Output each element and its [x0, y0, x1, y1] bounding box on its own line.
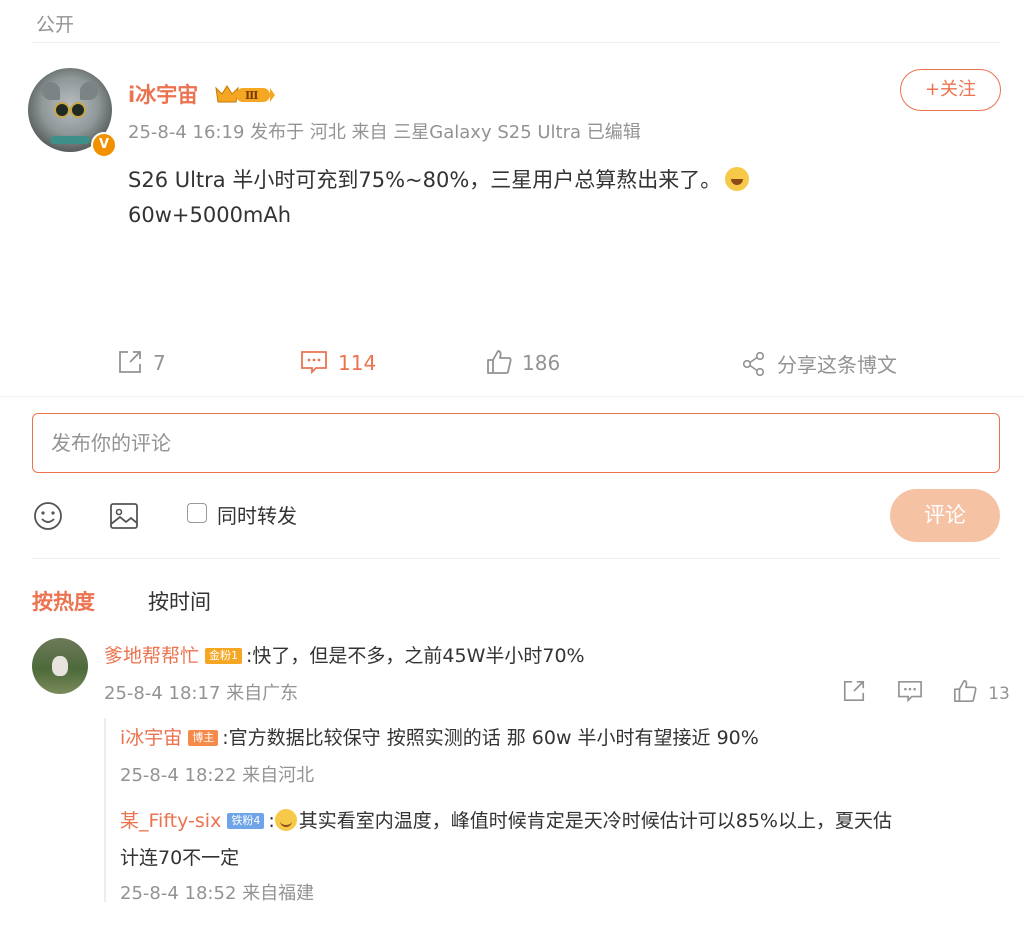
comment-repost-button[interactable]: [842, 680, 871, 704]
fan-badge: 金粉1: [205, 648, 243, 664]
post-text-line-2: 60w+5000mAh: [128, 203, 292, 227]
share-button[interactable]: 分享这条博文: [741, 349, 897, 378]
comment-count: 114: [338, 351, 377, 375]
repost-button[interactable]: 7: [117, 349, 166, 375]
smiley-icon: [34, 502, 62, 530]
iron-fan-badge: 铁粉4: [227, 813, 265, 829]
like-button[interactable]: 186: [486, 349, 560, 375]
vip-level-text: Ⅲ: [245, 89, 258, 102]
comment-icon: [301, 351, 327, 375]
top-divider: [32, 42, 1000, 43]
tab-sort-by-hot[interactable]: 按热度: [32, 586, 95, 616]
comment-text: :快了，但是不多，之前45W半小时70%: [246, 645, 585, 667]
reply-line: i冰宇宙 博主:官方数据比较保守 按照实测的话 那 60w 半小时有望接近 90%: [120, 723, 759, 750]
reply-prefix: :: [268, 810, 275, 832]
reply-text: :官方数据比较保守 按照实测的话 那 60w 半小时有望接近 90%: [222, 727, 759, 749]
submit-comment-button[interactable]: 评论: [890, 489, 1000, 542]
reply-author-name[interactable]: i冰宇宙: [120, 727, 182, 749]
reply-text-continued: 计连70不一定: [120, 847, 240, 869]
reply-meta: 25-8-4 18:22 来自河北: [120, 765, 315, 786]
comment-like-button[interactable]: 13: [953, 680, 1010, 704]
action-divider: [0, 396, 1024, 397]
comment-like-count: 13: [988, 684, 1010, 704]
repost-icon: [119, 351, 141, 373]
commenter-avatar[interactable]: [32, 638, 88, 694]
image-icon: [110, 503, 138, 529]
post-text-line-1: S26 Ultra 半小时可充到75%~80%，三星用户总算熬出来了。: [128, 164, 750, 194]
reply-line: 某_Fifty-six 铁粉4: 其实看室内温度，峰值时候肯定是天冷时候估计可以85…: [120, 806, 892, 833]
thumbs-up-icon: [487, 350, 512, 374]
repost-count: 7: [153, 351, 166, 375]
laugh-cry-emoji-icon: [725, 167, 750, 191]
comment-input[interactable]: [32, 413, 1000, 473]
vip-crown-icon[interactable]: Ⅲ: [214, 82, 276, 106]
author-name[interactable]: i冰宇宙: [128, 79, 198, 109]
verified-icon: V: [91, 132, 117, 158]
follow-button[interactable]: +关注: [900, 69, 1001, 111]
commenter-name[interactable]: 爹地帮帮忙: [104, 645, 199, 667]
smile-emoji-icon: [274, 809, 297, 831]
reply-text: 其实看室内温度，峰值时候肯定是天冷时候估计可以85%以上，夏天估: [298, 810, 892, 832]
comment-line: 爹地帮帮忙 金粉1:快了，但是不多，之前45W半小时70%: [104, 641, 585, 668]
comment-meta: 25-8-4 18:17 来自广东: [104, 683, 299, 704]
repost-label[interactable]: 同时转发: [217, 500, 297, 529]
image-button[interactable]: [108, 500, 140, 536]
reply-author-name[interactable]: 某_Fifty-six: [120, 810, 221, 832]
composer-divider: [32, 558, 1000, 559]
emoji-button[interactable]: [32, 500, 64, 536]
share-label: 分享这条博文: [777, 353, 897, 377]
share-icon: [742, 351, 765, 377]
post-meta: 25-8-4 16:19 发布于 河北 来自 三星Galaxy S25 Ultr…: [128, 122, 641, 143]
like-count: 186: [522, 351, 561, 375]
reply-thread-border: [104, 718, 106, 902]
repost-icon: [843, 680, 865, 702]
visibility-label: 公开: [36, 14, 75, 36]
thumbs-up-icon: [953, 680, 977, 702]
reply-meta: 25-8-4 18:52 来自福建: [120, 883, 315, 904]
comment-button[interactable]: 114: [300, 349, 376, 375]
comment-actions: 13: [842, 679, 1010, 704]
tab-sort-by-time[interactable]: 按时间: [148, 586, 211, 616]
comment-icon: [898, 680, 923, 703]
comment-reply-button[interactable]: [897, 680, 928, 704]
host-badge: 博主: [188, 730, 219, 746]
post-text-1-content: S26 Ultra 半小时可充到75%~80%，三星用户总算熬出来了。: [128, 168, 722, 192]
repost-checkbox[interactable]: [187, 503, 207, 523]
